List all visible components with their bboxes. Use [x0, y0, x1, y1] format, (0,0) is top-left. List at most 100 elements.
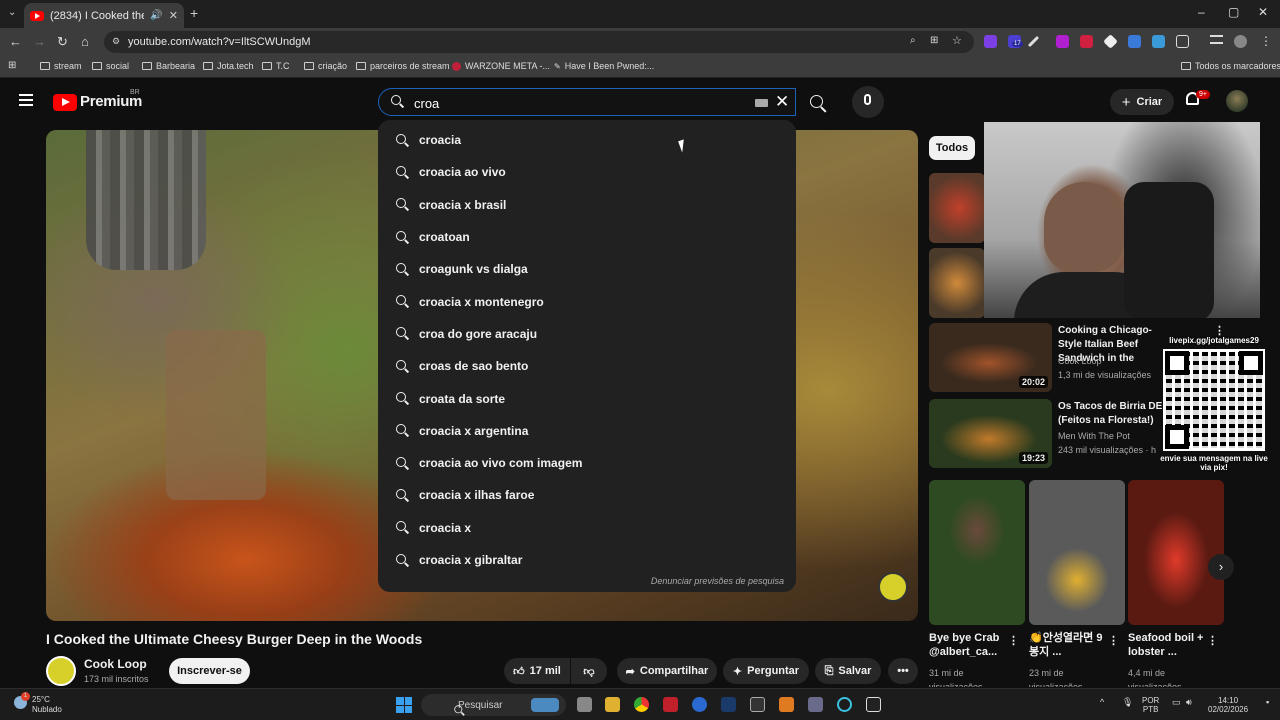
extensions-puzzle-icon[interactable] — [1176, 35, 1189, 48]
input-language[interactable]: POR PTB — [1142, 696, 1159, 714]
reading-list-icon[interactable] — [1210, 35, 1223, 44]
extension-icon-4[interactable] — [1080, 35, 1093, 48]
related-video-channel[interactable]: Cook Loop — [1058, 356, 1102, 366]
like-button[interactable]: 👍︎ 17 mil — [504, 658, 570, 684]
taskbar-search[interactable]: Pesquisar — [421, 694, 566, 716]
search-button[interactable] — [800, 88, 834, 116]
related-video-title[interactable]: Os Tacos de Birria DE (Feitos na Florest… — [1058, 400, 1168, 428]
related-thumbnail-pizza[interactable] — [929, 173, 985, 243]
channel-name[interactable]: Cook Loop — [84, 657, 147, 671]
filter-chip-all[interactable]: Todos — [929, 136, 975, 160]
suggestion-item[interactable]: croacia x montenegro — [378, 285, 796, 317]
bookmark-tc[interactable]: T.C — [262, 61, 290, 71]
tab-list-chevron-icon[interactable]: ⌄ — [8, 7, 16, 18]
short-thumbnail[interactable] — [1128, 480, 1224, 625]
bookmark-jotatech[interactable]: Jota.tech — [203, 61, 254, 71]
forward-arrow-icon[interactable]: → — [33, 34, 46, 49]
voice-search-button[interactable] — [852, 86, 884, 118]
more-vertical-icon[interactable]: ⋮ — [1207, 634, 1218, 647]
account-avatar[interactable] — [1226, 90, 1248, 112]
install-app-icon[interactable]: ⊞ — [930, 35, 938, 46]
tray-chevron-icon[interactable]: ^ — [1100, 698, 1104, 707]
apps-grid-icon[interactable]: ⊞ — [8, 60, 16, 71]
browser-tab-active[interactable]: (2834) I Cooked the Ultimate Cheesy 🔊 ✕ — [24, 3, 184, 28]
clear-search-icon[interactable]: ✕ — [775, 92, 789, 112]
suggestion-item[interactable]: croacia ao vivo com imagem — [378, 447, 796, 479]
all-bookmarks[interactable]: Todos os marcadores — [1181, 61, 1280, 71]
related-thumbnail[interactable]: 19:23 — [929, 399, 1052, 468]
profile-icon[interactable] — [1234, 35, 1247, 48]
suggestion-item[interactable]: croagunk vs dialga — [378, 253, 796, 285]
pen-icon[interactable] — [1027, 35, 1040, 48]
volume-icon[interactable]: 🔊︎ — [1186, 698, 1192, 707]
bookmark-stream[interactable]: stream — [40, 61, 82, 71]
channel-avatar[interactable] — [46, 656, 76, 686]
bookmark-social[interactable]: social — [92, 61, 129, 71]
search-input[interactable] — [414, 94, 744, 112]
ask-button[interactable]: ✦ Perguntar — [723, 658, 809, 684]
bookmark-star-icon[interactable]: ☆ — [952, 34, 962, 47]
search-box[interactable]: ✕ — [378, 88, 796, 116]
weather-widget[interactable]: 1 25°C Nublado — [14, 692, 62, 715]
subscribe-button[interactable]: Inscrever-se — [169, 658, 250, 684]
channel-watermark-logo[interactable] — [878, 572, 908, 602]
related-video-channel[interactable]: Men With The Pot — [1058, 431, 1130, 441]
extension-icon-3[interactable] — [1056, 35, 1069, 48]
file-explorer-icon[interactable] — [605, 697, 620, 712]
keyboard-icon[interactable] — [755, 99, 768, 107]
share-button[interactable]: ➦ Compartilhar — [617, 658, 717, 684]
app-icon-callofduty[interactable] — [866, 697, 881, 712]
suggestion-item[interactable]: croacia ao vivo — [378, 156, 796, 188]
extension-icon-5[interactable] — [1103, 34, 1118, 49]
suggestion-item[interactable]: croatoan — [378, 221, 796, 253]
short-thumbnail[interactable] — [1029, 480, 1125, 625]
site-info-icon[interactable]: ⚙ — [112, 36, 120, 47]
app-icon-circle[interactable] — [837, 697, 852, 712]
address-field[interactable]: ⚙ youtube.com/watch?v=IltSCWUndgM ⌕ ⊞ ☆ — [104, 31, 974, 53]
suggestion-item[interactable]: croas de sao bento — [378, 350, 796, 382]
app-icon-blue[interactable] — [692, 697, 707, 712]
suggestion-item[interactable]: croacia x ilhas faroe — [378, 479, 796, 511]
more-actions-button[interactable]: ••• — [888, 658, 918, 684]
suggestion-item[interactable]: croacia x argentina — [378, 415, 796, 447]
app-icon-gray[interactable] — [808, 697, 823, 712]
back-arrow-icon[interactable]: ← — [9, 34, 22, 49]
create-button[interactable]: + Criar — [1110, 89, 1174, 115]
chrome-icon[interactable] — [634, 697, 649, 712]
youtube-logo-icon[interactable] — [53, 94, 77, 111]
tab-audio-icon[interactable]: 🔊 — [150, 10, 162, 21]
notification-center-icon[interactable]: ▪ — [1266, 698, 1269, 707]
suggestion-item[interactable]: croacia x brasil — [378, 189, 796, 221]
translate-icon[interactable] — [1128, 35, 1141, 48]
short-title[interactable]: Seafood boil + lobster ... — [1128, 631, 1208, 659]
report-predictions-link[interactable]: Denunciar previsões de pesquisa — [651, 576, 784, 586]
close-window-button[interactable]: ✕ — [1258, 5, 1268, 19]
home-icon[interactable]: ⌂ — [81, 34, 89, 49]
bookmark-barbearia[interactable]: Barbearia — [142, 61, 195, 71]
more-vertical-icon[interactable]: ⋮ — [1108, 634, 1119, 647]
dislike-button[interactable]: 👎︎ — [571, 658, 607, 684]
extension-icon-1[interactable] — [984, 35, 997, 48]
tray-mic-icon[interactable]: 🎙︎ — [1122, 698, 1133, 707]
more-vertical-icon[interactable]: ⋮ — [1008, 634, 1019, 647]
new-tab-icon[interactable]: + — [190, 5, 198, 21]
menu-hamburger-icon[interactable] — [19, 94, 33, 106]
suggestion-item[interactable]: croacia — [378, 124, 796, 156]
bookmark-warzone[interactable]: WARZONE META -... — [452, 61, 550, 71]
bookmark-criacao[interactable]: criação — [304, 61, 347, 71]
tab-close-icon[interactable]: ✕ — [169, 9, 178, 22]
suggestion-item[interactable]: croacia x gibraltar — [378, 544, 796, 576]
suggestion-item[interactable]: croacia x — [378, 512, 796, 544]
bookmark-hibp[interactable]: ✎ Have I Been Pwned:... — [554, 61, 654, 71]
download-icon[interactable] — [1152, 35, 1165, 48]
windows-start-icon[interactable] — [396, 697, 412, 713]
related-thumbnail-burgers[interactable] — [929, 248, 985, 318]
epic-games-icon[interactable] — [750, 697, 765, 712]
minimize-button[interactable]: – — [1198, 5, 1205, 19]
reload-icon[interactable]: ↻ — [57, 34, 68, 50]
short-title[interactable]: Bye bye Crab @albert_ca... — [929, 631, 1009, 659]
save-button[interactable]: ⎘ Salvar — [815, 658, 881, 684]
browser-menu-icon[interactable]: ⋮ — [1260, 34, 1272, 48]
steam-icon[interactable] — [721, 697, 736, 712]
clock[interactable]: 14:10 02/02/2026 — [1208, 696, 1248, 714]
